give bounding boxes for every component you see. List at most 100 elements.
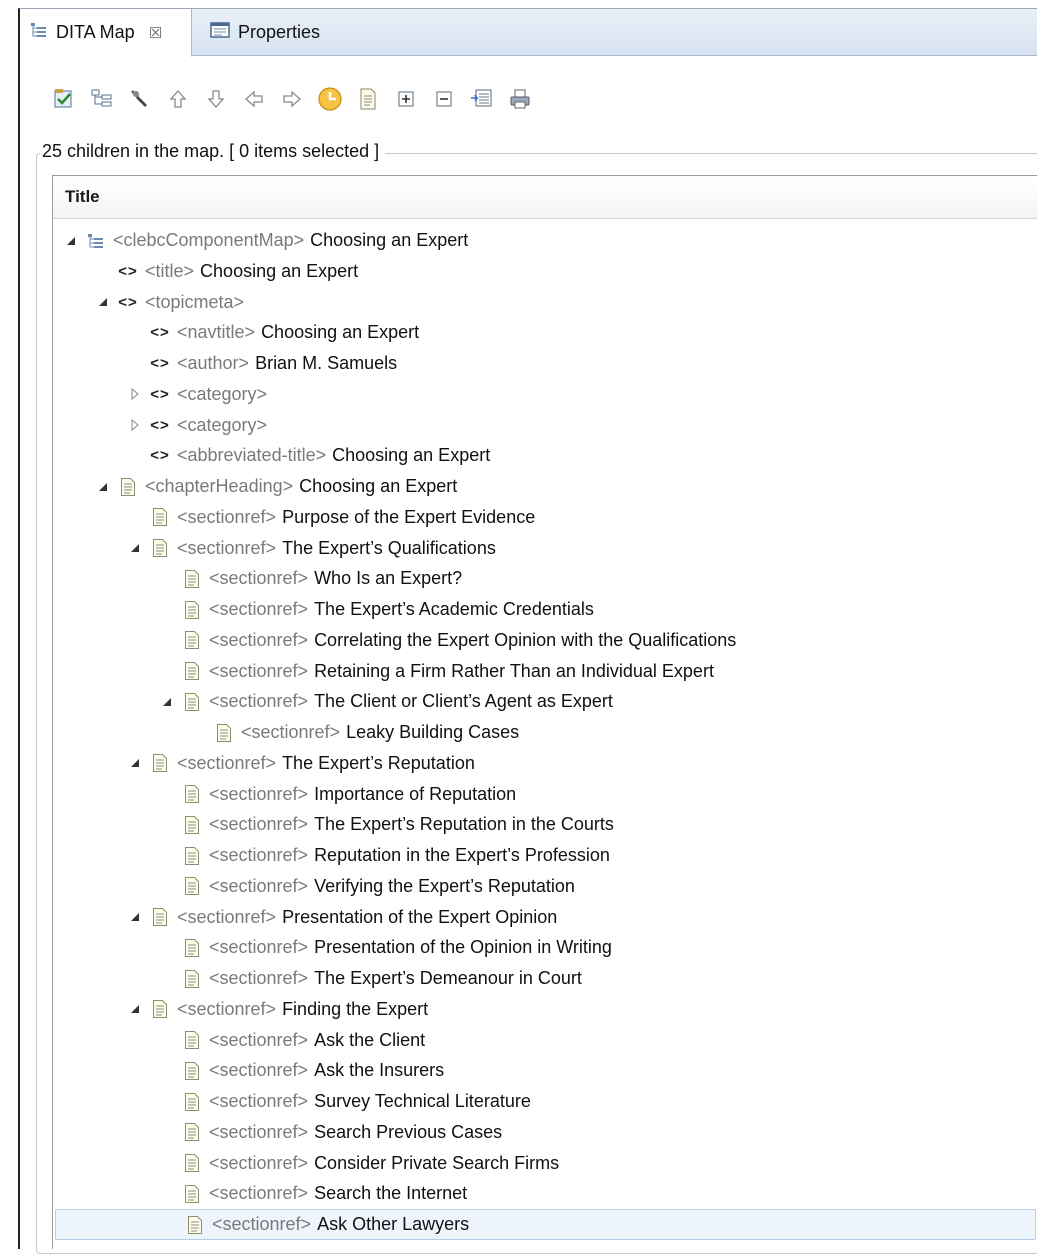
properties-icon <box>210 22 230 43</box>
node-title: Reputation in the Expert’s Profession <box>314 845 610 865</box>
element-tag: <sectionref> <box>209 968 309 988</box>
tree-row[interactable]: <sectionref> Presentation of the Opinion … <box>53 932 1037 963</box>
map-tree[interactable]: Title <clebcComponentMap> Choosing an Exp… <box>52 175 1037 1249</box>
expanded-arrow-icon[interactable] <box>93 292 113 312</box>
document-icon <box>181 691 203 713</box>
expanded-arrow-icon[interactable] <box>93 477 113 497</box>
map-icon <box>30 22 48 43</box>
tree-row[interactable]: <sectionref> Survey Technical Literature <box>53 1086 1037 1117</box>
element-tag: <category> <box>177 383 268 404</box>
element-tag: <sectionref> <box>177 537 277 558</box>
tree-row[interactable]: <> <topicmeta> <box>53 287 1037 318</box>
collapse-all-icon[interactable] <box>426 81 462 117</box>
move-down-icon[interactable] <box>198 81 234 117</box>
tree-row[interactable]: <> <navtitle> Choosing an Expert <box>53 317 1037 348</box>
node-title: Importance of Reputation <box>314 783 517 804</box>
document-icon <box>181 845 203 867</box>
tree-row[interactable]: <sectionref> Ask the Insurers <box>53 1055 1037 1086</box>
tab-label: Properties <box>238 22 321 42</box>
tree-row[interactable]: <sectionref> Correlating the Expert Opini… <box>53 625 1037 656</box>
move-up-icon[interactable] <box>160 81 196 117</box>
tree-row[interactable]: <chapterHeading> Choosing an Expert <box>53 471 1037 502</box>
element-tag: <chapterHeading> <box>145 476 294 496</box>
expanded-arrow-icon[interactable] <box>125 753 145 773</box>
element-tag: <author> <box>177 353 250 373</box>
demote-icon[interactable] <box>274 81 310 117</box>
validate-icon[interactable] <box>46 81 82 117</box>
tree-row[interactable]: <sectionref> The Expert’s Reputation in t… <box>53 809 1037 840</box>
search-icon[interactable] <box>122 81 158 117</box>
tree-row[interactable]: <sectionref> Verifying the Expert’s Reput… <box>53 871 1037 902</box>
tab-properties[interactable]: Properties <box>200 9 380 56</box>
print-icon[interactable] <box>502 81 538 117</box>
insert-icon[interactable] <box>464 81 500 117</box>
tree-row[interactable]: <sectionref> Retaining a Firm Rather Than… <box>53 656 1037 687</box>
expanded-arrow-icon[interactable] <box>61 231 81 251</box>
node-title: Presentation of the Expert Opinion <box>282 906 558 927</box>
tree-row[interactable]: <> <abbreviated-title> Choosing an Expert <box>53 440 1037 471</box>
expanded-arrow-icon[interactable] <box>157 692 177 712</box>
document-icon <box>181 1029 203 1051</box>
tree-row[interactable]: <sectionref> Consider Private Search Firm… <box>53 1148 1037 1179</box>
tree-row[interactable]: <sectionref> Purpose of the Expert Eviden… <box>53 502 1037 533</box>
tree-row[interactable]: <sectionref> The Client or Client’s Agent… <box>53 686 1037 717</box>
promote-icon[interactable] <box>236 81 272 117</box>
element-tag: <sectionref> <box>209 1121 309 1142</box>
tree-row[interactable]: <sectionref> The Expert’s Academic Creden… <box>53 594 1037 625</box>
document-icon <box>181 1152 203 1174</box>
node-title: Presentation of the Opinion in Writing <box>314 937 612 958</box>
collapsed-arrow-icon[interactable] <box>125 415 145 435</box>
clock-icon[interactable] <box>312 81 348 117</box>
tree-row[interactable]: <sectionref> Finding the Expert <box>53 994 1037 1025</box>
element-tag: <sectionref> <box>209 691 309 712</box>
tree-row[interactable]: <sectionref> Reputation in the Expert’s P… <box>53 840 1037 871</box>
collapsed-arrow-icon[interactable] <box>125 384 145 404</box>
tree-row[interactable]: <sectionref> The Expert’s Demeanour in Co… <box>53 963 1037 994</box>
node-title: The Expert’s Qualifications <box>282 537 496 558</box>
status-label: 25 children in the map. [ 0 items select… <box>40 141 386 162</box>
tree-row[interactable]: <sectionref> Presentation of the Expert O… <box>53 902 1037 933</box>
column-header-title[interactable]: Title <box>53 176 1037 219</box>
tree-row[interactable]: <sectionref> Who Is an Expert? <box>53 563 1037 594</box>
node-title: Correlating the Expert Opinion with the … <box>314 629 737 650</box>
tree-row[interactable]: <> <category> <box>53 379 1037 410</box>
document-icon[interactable] <box>350 81 386 117</box>
tree-row[interactable]: <sectionref> Ask Other Lawyers <box>55 1209 1036 1240</box>
tree-row[interactable]: <clebcComponentMap> Choosing an Expert <box>53 225 1037 256</box>
expanded-arrow-icon[interactable] <box>125 907 145 927</box>
tree-row[interactable]: <sectionref> The Expert’s Reputation <box>53 748 1037 779</box>
tree-row[interactable]: <> <title> Choosing an Expert <box>53 256 1037 287</box>
element-tag: <sectionref> <box>209 845 309 865</box>
tree-row[interactable]: <sectionref> The Expert’s Qualifications <box>53 533 1037 564</box>
close-icon[interactable]: ☒ <box>149 24 162 42</box>
document-icon <box>181 875 203 897</box>
map-structure-icon[interactable] <box>84 81 120 117</box>
expanded-arrow-icon[interactable] <box>125 538 145 558</box>
tree-row[interactable]: <> <author> Brian M. Samuels <box>53 348 1037 379</box>
expanded-arrow-icon[interactable] <box>125 999 145 1019</box>
tree-row[interactable]: <sectionref> Leaky Building Cases <box>53 717 1037 748</box>
element-tag: <sectionref> <box>209 1060 309 1081</box>
tree-row[interactable]: <sectionref> Search Previous Cases <box>53 1117 1037 1148</box>
expand-all-icon[interactable] <box>388 81 424 117</box>
element-tag: <sectionref> <box>241 722 341 742</box>
element-tag: <sectionref> <box>177 506 277 527</box>
tab-dita-map[interactable]: DITA Map ☒ <box>20 9 192 57</box>
tree-row[interactable]: <sectionref> Importance of Reputation <box>53 779 1037 810</box>
tree-row[interactable]: <sectionref> Ask the Client <box>53 1025 1037 1056</box>
tree-row[interactable]: <> <category> <box>53 410 1037 441</box>
node-title: Choosing an Expert <box>200 260 359 281</box>
tree-row[interactable]: <sectionref> Search the Internet <box>53 1178 1037 1209</box>
node-title: Who Is an Expert? <box>314 568 463 589</box>
